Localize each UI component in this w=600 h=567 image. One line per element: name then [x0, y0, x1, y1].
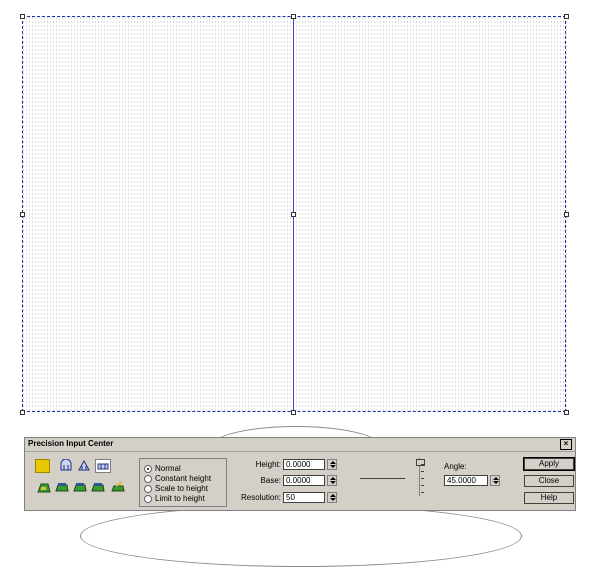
height-spinner[interactable]: [327, 459, 337, 470]
mode-radio-group: Normal Constant height Scale to height L…: [139, 458, 227, 507]
base-input[interactable]: [284, 476, 324, 485]
extrude-green-icon-3[interactable]: [73, 481, 87, 493]
height-field[interactable]: [283, 459, 325, 470]
resolution-spinner[interactable]: [327, 492, 337, 503]
square-shape-icon[interactable]: [35, 459, 50, 473]
slider-tick: [421, 485, 424, 486]
gable-shape-icon[interactable]: [77, 459, 91, 471]
arch-shape-icon[interactable]: [59, 459, 73, 471]
mode-normal-radio[interactable]: Normal: [144, 464, 234, 474]
extrude-green-icon-4[interactable]: [91, 481, 105, 493]
radio-indicator: [144, 475, 152, 483]
handle-bottom-left[interactable]: [20, 410, 25, 415]
handle-mid-right[interactable]: [564, 212, 569, 217]
dialog-title: Precision Input Center: [28, 439, 114, 448]
slider-tick: [421, 492, 424, 493]
close-icon[interactable]: ×: [560, 439, 572, 450]
radio-indicator: [144, 495, 152, 503]
mode-limit-to-height-radio[interactable]: Limit to height: [144, 494, 234, 504]
radio-indicator: [144, 485, 152, 493]
mode-label: Constant height: [155, 474, 212, 483]
resolution-field[interactable]: [283, 492, 325, 503]
handle-top-left[interactable]: [20, 14, 25, 19]
mode-label: Normal: [155, 464, 181, 473]
angle-preview-line: [360, 478, 405, 479]
radio-indicator: [144, 465, 152, 473]
rect-shape-icon[interactable]: [95, 459, 111, 473]
mode-scale-to-height-radio[interactable]: Scale to height: [144, 484, 234, 494]
extrude-green-icon-2[interactable]: [55, 481, 69, 493]
mode-label: Scale to height: [155, 484, 208, 493]
slider-tick: [421, 478, 424, 479]
height-input[interactable]: [284, 460, 324, 469]
handle-top-center[interactable]: [291, 14, 296, 19]
angle-spinner[interactable]: [490, 475, 500, 486]
slider-tick: [421, 471, 424, 472]
background-arc-bottom: [80, 505, 522, 567]
angle-field[interactable]: [444, 475, 488, 486]
handle-mid-left[interactable]: [20, 212, 25, 217]
handle-center[interactable]: [291, 212, 296, 217]
angle-input[interactable]: [445, 476, 487, 485]
resolution-label: Resolution:: [240, 493, 281, 502]
dialog-titlebar[interactable]: Precision Input Center ×: [25, 438, 575, 452]
handle-bottom-right[interactable]: [564, 410, 569, 415]
base-label: Base:: [260, 476, 281, 485]
apply-button[interactable]: Apply: [523, 457, 575, 471]
close-button[interactable]: Close: [524, 475, 574, 487]
handle-top-right[interactable]: [564, 14, 569, 19]
mode-constant-height-radio[interactable]: Constant height: [144, 474, 234, 484]
base-field[interactable]: [283, 475, 325, 486]
help-button[interactable]: Help: [524, 492, 574, 504]
precision-input-dialog: Precision Input Center × Normal Constant…: [24, 437, 576, 511]
drawing-canvas[interactable]: [0, 0, 600, 430]
base-spinner[interactable]: [327, 475, 337, 486]
mode-label: Limit to height: [155, 494, 205, 503]
slider-tick: [421, 464, 424, 465]
extrude-green-icon-1[interactable]: [37, 481, 51, 493]
extrude-green-icon-5[interactable]: [111, 481, 125, 493]
resolution-input[interactable]: [284, 493, 324, 502]
handle-bottom-center[interactable]: [291, 410, 296, 415]
angle-label: Angle:: [444, 462, 467, 471]
height-label: Height:: [255, 460, 281, 469]
